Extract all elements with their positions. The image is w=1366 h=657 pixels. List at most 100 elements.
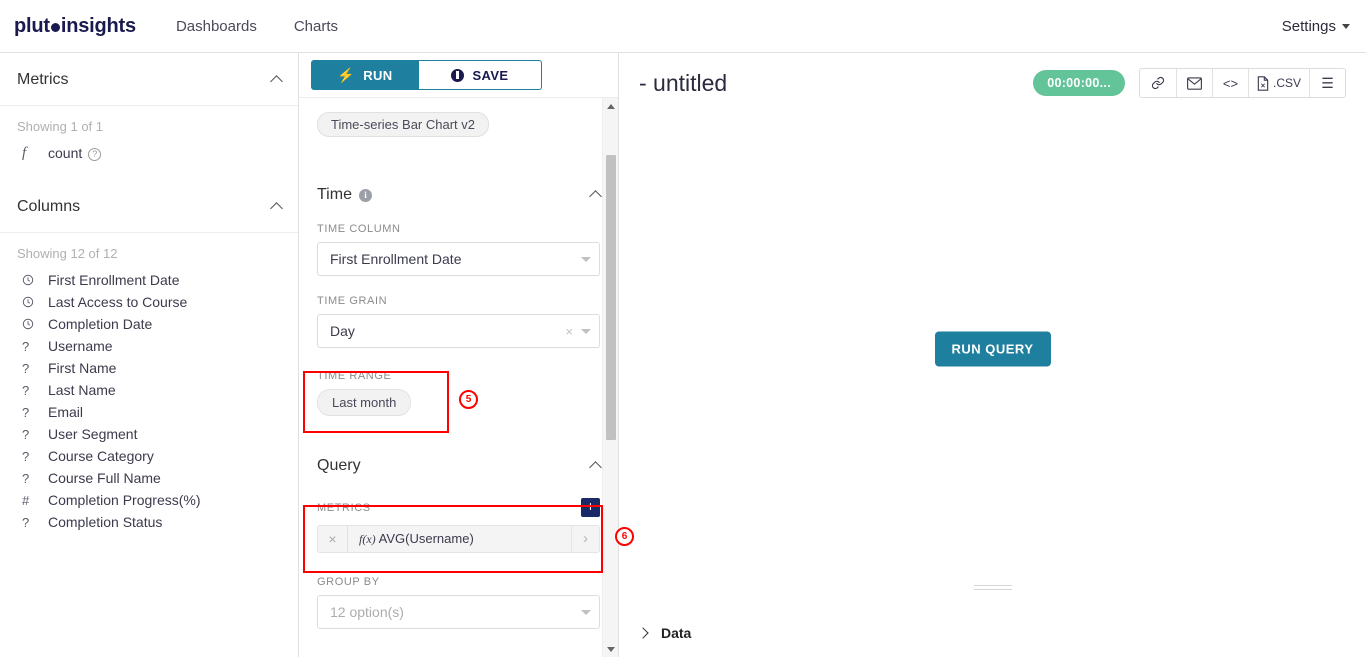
chevron-up-icon[interactable] (270, 202, 283, 215)
question-icon: ? (22, 426, 30, 442)
save-button-label: SAVE (472, 67, 509, 83)
embed-code-icon[interactable]: <> (1211, 69, 1248, 97)
time-section-header[interactable]: Time i (317, 186, 602, 204)
hash-icon: # (22, 492, 30, 508)
metrics-section-header[interactable]: Metrics (0, 53, 298, 106)
column-item[interactable]: Completion Date (0, 313, 298, 335)
chevron-up-icon[interactable] (270, 75, 283, 88)
column-item-label: Username (48, 338, 113, 354)
time-range-group: TIME RANGE Last month (317, 370, 600, 416)
add-metric-button[interactable]: + (581, 498, 600, 517)
column-item[interactable]: ? Email (0, 401, 298, 423)
chevron-up-icon[interactable] (589, 190, 602, 203)
data-panel-label: Data (661, 625, 692, 641)
question-icon: ? (22, 448, 30, 464)
scroll-down-arrow-icon[interactable] (603, 641, 619, 657)
time-grain-value: Day (330, 323, 355, 339)
panel-resize-handle[interactable] (973, 585, 1012, 593)
embed-code-glyph: <> (1222, 75, 1239, 91)
metric-chip[interactable]: × f(x) AVG(Username) › (317, 525, 600, 553)
save-icon (451, 68, 465, 82)
question-icon: ? (22, 514, 30, 530)
csv-label: .CSV (1272, 76, 1301, 90)
column-item-label: Completion Progress(%) (48, 492, 201, 508)
time-range-label: TIME RANGE (317, 370, 392, 382)
clock-icon (22, 318, 48, 330)
control-panel-scrollbar[interactable] (602, 98, 618, 657)
column-item-label: Completion Date (48, 316, 153, 332)
control-panel: ⚡ RUN SAVE Time-series Bar Chart v2 Time… (299, 53, 619, 657)
time-section-title: Time (317, 186, 352, 203)
remove-metric-icon[interactable]: × (318, 526, 348, 552)
run-button-label: RUN (363, 67, 393, 83)
data-panel-toggle[interactable]: Data (637, 625, 692, 641)
column-item-label: First Name (48, 360, 117, 376)
save-button[interactable]: SAVE (419, 60, 542, 90)
settings-menu[interactable]: Settings (1282, 18, 1350, 35)
columns-section-title: Columns (17, 198, 81, 215)
brand-logo[interactable]: plut insights (14, 15, 136, 38)
run-button[interactable]: ⚡ RUN (311, 60, 419, 90)
metric-chip-value: AVG(Username) (378, 531, 474, 546)
time-section-title-wrap: Time i (317, 186, 372, 204)
column-item[interactable]: Last Access to Course (0, 291, 298, 313)
csv-download-icon[interactable]: .CSV (1247, 69, 1309, 97)
question-icon: ? (22, 382, 30, 398)
time-column-value: First Enrollment Date (330, 251, 462, 267)
time-range-pill[interactable]: Last month (317, 389, 412, 416)
column-item[interactable]: ? Username (0, 335, 298, 357)
info-icon[interactable]: i (358, 188, 372, 202)
column-item[interactable]: First Enrollment Date (0, 269, 298, 291)
run-query-button[interactable]: RUN QUERY (934, 331, 1051, 367)
expand-metric-icon[interactable]: › (571, 526, 599, 552)
column-item-label: Email (48, 404, 84, 420)
time-grain-group: TIME GRAIN Day × (317, 295, 600, 348)
top-navbar: plut insights Dashboards Charts Settings (0, 0, 1366, 53)
metric-item-count[interactable]: f count ? (0, 142, 298, 164)
metrics-label: METRICS (317, 501, 371, 514)
navbar-right: Settings (1282, 18, 1350, 35)
help-icon[interactable]: ? (88, 147, 102, 161)
chevron-up-icon[interactable] (589, 461, 602, 474)
chart-type-pill[interactable]: Time-series Bar Chart v2 (317, 112, 489, 137)
settings-label: Settings (1281, 17, 1336, 35)
nav-links: Dashboards Charts (174, 14, 340, 39)
time-column-select[interactable]: First Enrollment Date (317, 242, 600, 276)
column-item-label: Course Full Name (48, 470, 161, 486)
column-item[interactable]: ? Last Name (0, 379, 298, 401)
time-grain-select[interactable]: Day × (317, 314, 600, 348)
query-timer-badge: 00:00:00... (1033, 70, 1125, 96)
link-icon[interactable] (1139, 69, 1176, 97)
chevron-down-icon (581, 328, 591, 334)
chart-toolbar: <> .CSV ☰ (1138, 68, 1346, 98)
time-column-label: TIME COLUMN (317, 223, 401, 235)
metric-item-label: count (48, 145, 83, 161)
column-item[interactable]: # Completion Progress(%) (0, 489, 298, 511)
group-by-label: GROUP BY (317, 576, 380, 588)
chevron-right-icon (637, 627, 649, 639)
query-section-title: Query (317, 457, 361, 474)
columns-section-header[interactable]: Columns (0, 180, 298, 233)
chart-title[interactable]: - untitled (639, 70, 727, 97)
clear-icon[interactable]: × (565, 324, 573, 339)
group-by-select[interactable]: 12 option(s) (317, 595, 600, 629)
column-item[interactable]: ? Course Full Name (0, 467, 298, 489)
nav-item-charts[interactable]: Charts (292, 14, 340, 39)
brand-text-post: insights (60, 14, 136, 37)
column-item[interactable]: ? Course Category (0, 445, 298, 467)
column-item[interactable]: ? User Segment (0, 423, 298, 445)
chevron-down-icon (1342, 23, 1350, 29)
column-item-label: First Enrollment Date (48, 272, 180, 288)
scroll-up-arrow-icon[interactable] (603, 98, 619, 114)
nav-item-dashboards[interactable]: Dashboards (174, 14, 259, 39)
brand-text-pre: plut (14, 14, 50, 37)
hamburger-menu-icon[interactable]: ☰ (1309, 69, 1345, 97)
scrollbar-thumb[interactable] (606, 155, 616, 440)
chevron-down-icon (581, 256, 591, 262)
time-column-group: TIME COLUMN First Enrollment Date (317, 223, 600, 276)
column-item[interactable]: ? Completion Status (0, 511, 298, 533)
column-item[interactable]: ? First Name (0, 357, 298, 379)
chevron-down-icon (581, 609, 591, 615)
email-icon[interactable] (1175, 69, 1212, 97)
query-section-header[interactable]: Query (317, 457, 602, 475)
